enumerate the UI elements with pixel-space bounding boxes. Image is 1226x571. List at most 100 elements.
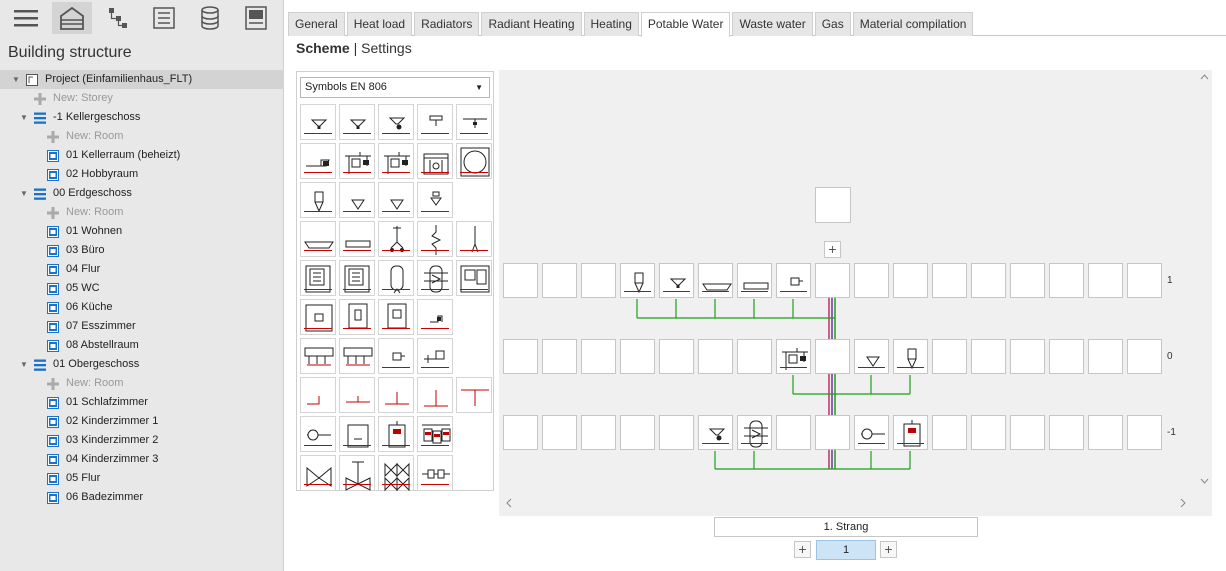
tree-item-room[interactable]: 02 Hobbyraum bbox=[0, 165, 284, 184]
scheme-symbol-plug[interactable] bbox=[776, 263, 811, 298]
scheme-symbol-vee[interactable] bbox=[854, 339, 889, 374]
scheme-cell[interactable] bbox=[1049, 263, 1084, 298]
scheme-cell[interactable] bbox=[542, 263, 577, 298]
tree-item-project[interactable]: ▼ Project (Einfamilienhaus_FLT) bbox=[0, 70, 284, 89]
symbol-rack[interactable] bbox=[378, 143, 414, 179]
symbol-tee[interactable] bbox=[456, 104, 492, 140]
scheme-cell[interactable] bbox=[503, 339, 538, 374]
tree-item-room[interactable]: 08 Abstellraum bbox=[0, 336, 284, 355]
symbol-bottle[interactable] bbox=[339, 416, 375, 452]
symbol-unit2[interactable] bbox=[339, 299, 375, 335]
scheme-cell[interactable] bbox=[776, 415, 811, 450]
symbol-rack[interactable] bbox=[339, 143, 375, 179]
symbol-redbox3[interactable] bbox=[417, 416, 453, 452]
tree-item-storey[interactable]: ▼ 00 Erdgeschoss bbox=[0, 184, 284, 203]
scheme-cell[interactable] bbox=[971, 415, 1006, 450]
symbol-rect[interactable] bbox=[339, 221, 375, 257]
symbol-circlebox[interactable] bbox=[456, 143, 492, 179]
scheme-cell[interactable] bbox=[542, 415, 577, 450]
scheme-cell[interactable] bbox=[1127, 263, 1162, 298]
scheme-cell[interactable] bbox=[1127, 339, 1162, 374]
expand-chevron-icon[interactable]: ▼ bbox=[12, 70, 22, 89]
scheme-cell[interactable] bbox=[581, 263, 616, 298]
symbol-redbox[interactable] bbox=[378, 416, 414, 452]
symbol-funnel2[interactable] bbox=[378, 104, 414, 140]
symbol-cap[interactable] bbox=[417, 104, 453, 140]
tree-item-room[interactable]: 01 Schlafzimmer bbox=[0, 393, 284, 412]
scheme-cell[interactable] bbox=[737, 339, 772, 374]
tab-potable-water[interactable]: Potable Water bbox=[640, 12, 731, 37]
scheme-cell[interactable] bbox=[1010, 415, 1045, 450]
scheme-cell[interactable] bbox=[932, 415, 967, 450]
page-number[interactable]: 1 bbox=[816, 540, 876, 560]
tab-radiant-heating[interactable]: Radiant Heating bbox=[481, 12, 582, 36]
scheme-cell[interactable] bbox=[620, 339, 655, 374]
scheme-cell[interactable] bbox=[1088, 263, 1123, 298]
symbol-drop[interactable] bbox=[300, 182, 336, 218]
scheme-cell[interactable] bbox=[1127, 415, 1162, 450]
scheme-cell[interactable] bbox=[1088, 415, 1123, 450]
vertical-scrollbar[interactable] bbox=[1197, 70, 1212, 490]
new-item-button[interactable]: New: Room bbox=[0, 374, 284, 393]
symbol-unit[interactable] bbox=[300, 299, 336, 335]
symbol-pipeT2[interactable] bbox=[378, 377, 414, 413]
add-page-after-button[interactable]: + bbox=[880, 541, 897, 558]
scheme-cell[interactable] bbox=[620, 415, 655, 450]
tree-item-room[interactable]: 03 Büro bbox=[0, 241, 284, 260]
network-icon[interactable] bbox=[98, 2, 138, 34]
symbol-meter[interactable] bbox=[300, 416, 336, 452]
symbol-bracket[interactable] bbox=[417, 299, 453, 335]
symbol-tub[interactable] bbox=[300, 143, 336, 179]
strang-field[interactable]: 1. Strang bbox=[714, 517, 978, 537]
scheme-cell[interactable] bbox=[971, 339, 1006, 374]
tree-item-room[interactable]: 05 Flur bbox=[0, 469, 284, 488]
tree-item-room[interactable]: 02 Kinderzimmer 1 bbox=[0, 412, 284, 431]
scheme-canvas[interactable]: +1 0 -1 bbox=[499, 70, 1212, 516]
new-item-button[interactable]: New: Room bbox=[0, 203, 284, 222]
symbol-boat[interactable] bbox=[300, 221, 336, 257]
tree-item-room[interactable]: 01 Wohnen bbox=[0, 222, 284, 241]
scheme-symbol-meter[interactable] bbox=[854, 415, 889, 450]
symbol-vee2[interactable] bbox=[417, 182, 453, 218]
symbol-set-select[interactable]: Symbols EN 806 ▼ bbox=[300, 77, 490, 98]
scheme-cell[interactable] bbox=[659, 339, 694, 374]
tree-item-room[interactable]: 05 WC bbox=[0, 279, 284, 298]
tree-item-room[interactable]: 06 Badezimmer bbox=[0, 488, 284, 507]
tab-material-compilation[interactable]: Material compilation bbox=[852, 12, 974, 36]
scheme-symbol-drop[interactable] bbox=[893, 339, 928, 374]
scheme-cell[interactable] bbox=[1049, 339, 1084, 374]
scheme-cell[interactable] bbox=[815, 415, 850, 450]
subtab-settings[interactable]: Settings bbox=[361, 40, 412, 56]
tree-item-room[interactable]: 06 Küche bbox=[0, 298, 284, 317]
database-icon[interactable] bbox=[190, 2, 230, 34]
scheme-symbol-redbox[interactable] bbox=[893, 415, 928, 450]
scheme-cell[interactable] bbox=[503, 415, 538, 450]
scheme-cell[interactable] bbox=[971, 263, 1006, 298]
scheme-symbol-drop[interactable] bbox=[620, 263, 655, 298]
symbol-needle[interactable] bbox=[456, 221, 492, 257]
add-page-before-button[interactable]: + bbox=[794, 541, 811, 558]
tree-item-room[interactable]: 04 Flur bbox=[0, 260, 284, 279]
scheme-cell[interactable] bbox=[698, 339, 733, 374]
building-icon[interactable] bbox=[52, 2, 92, 34]
symbol-valve[interactable] bbox=[300, 455, 336, 491]
symbol-manifold[interactable] bbox=[300, 338, 336, 374]
symbol-pipeT[interactable] bbox=[339, 377, 375, 413]
scheme-cell[interactable] bbox=[932, 339, 967, 374]
panel-icon[interactable] bbox=[236, 2, 276, 34]
symbol-plug[interactable] bbox=[378, 338, 414, 374]
tab-heat-load[interactable]: Heat load bbox=[346, 12, 413, 36]
new-item-button[interactable]: New: Room bbox=[0, 127, 284, 146]
scheme-cell[interactable] bbox=[815, 339, 850, 374]
symbol-funnel[interactable] bbox=[300, 104, 336, 140]
scheme-cell[interactable] bbox=[1010, 263, 1045, 298]
symbol-heater[interactable] bbox=[339, 260, 375, 296]
symbol-heater2[interactable] bbox=[456, 260, 492, 296]
symbol-vee[interactable] bbox=[378, 182, 414, 218]
tab-heating[interactable]: Heating bbox=[583, 12, 639, 36]
symbol-box[interactable] bbox=[417, 143, 453, 179]
scheme-symbol-funnel[interactable] bbox=[659, 263, 694, 298]
tree-item-room[interactable]: 01 Kellerraum (beheizt) bbox=[0, 146, 284, 165]
scheme-cell[interactable] bbox=[854, 263, 889, 298]
symbol-pipeL[interactable] bbox=[300, 377, 336, 413]
